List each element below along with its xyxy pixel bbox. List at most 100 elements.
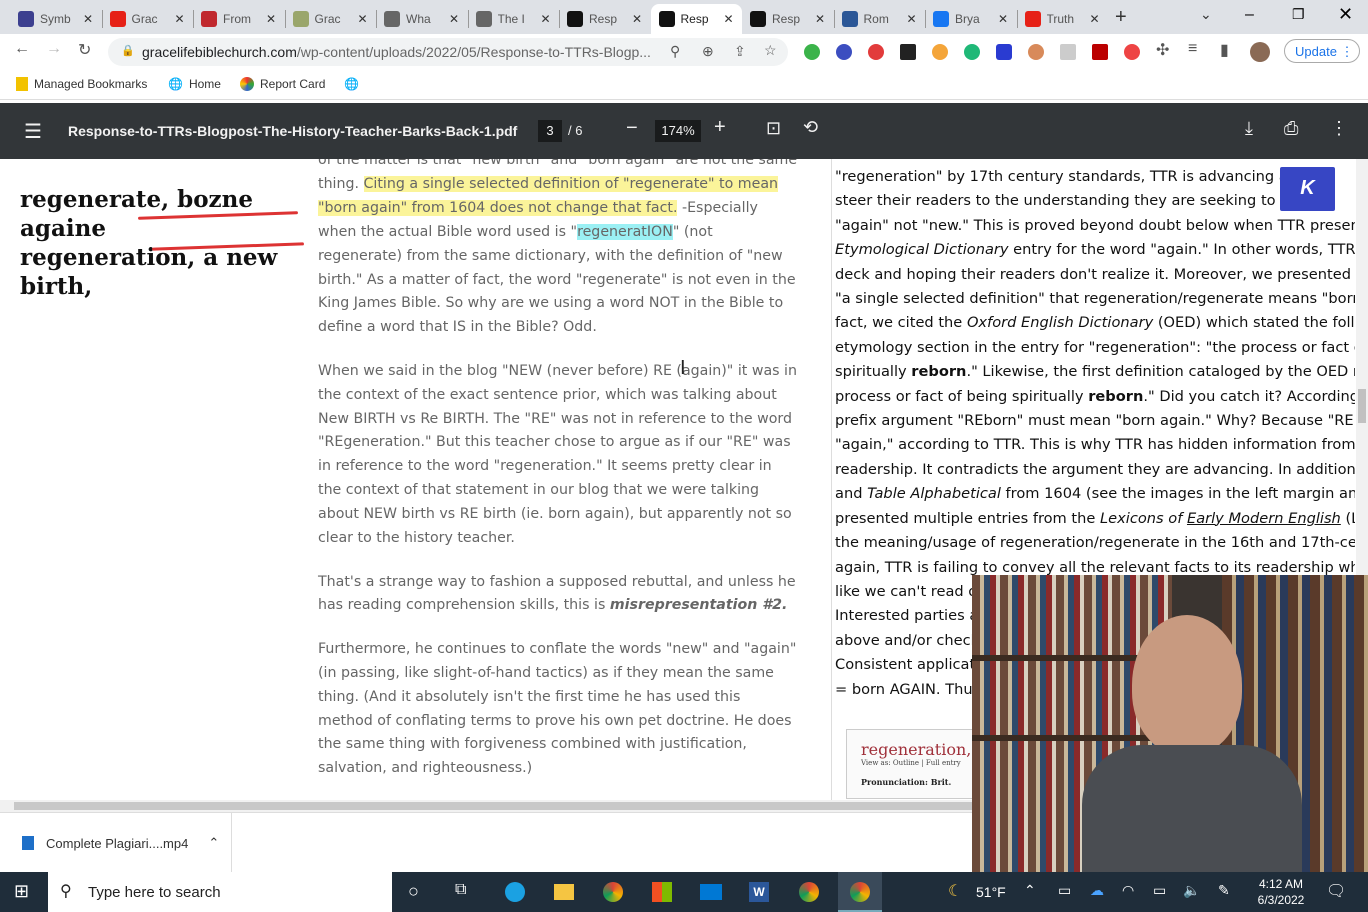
browser-tab[interactable]: The I ✕ xyxy=(468,4,559,34)
browser-tab[interactable]: Grac ✕ xyxy=(102,4,193,34)
close-tab-icon[interactable]: ✕ xyxy=(906,12,916,26)
bookmark-home[interactable]: 🌐 Home xyxy=(168,77,221,91)
scroll-thumb[interactable] xyxy=(1358,389,1366,423)
media-icon[interactable]: ≡ xyxy=(1188,40,1197,58)
pen-icon[interactable]: ✎ xyxy=(1218,882,1230,899)
file-explorer-icon[interactable] xyxy=(554,884,574,900)
extension-icon[interactable] xyxy=(1092,44,1108,60)
forward-button[interactable]: → xyxy=(46,40,62,58)
scroll-thumb[interactable] xyxy=(14,802,974,810)
clock[interactable]: 4:12 AM 6/3/2022 xyxy=(1250,876,1312,908)
browser-tab[interactable]: Resp ✕ xyxy=(650,4,742,34)
zoom-icon[interactable]: ⊕ xyxy=(702,43,714,60)
word-icon[interactable]: W xyxy=(749,882,769,902)
restore-button[interactable]: ❐ xyxy=(1292,6,1305,23)
chrome-icon[interactable] xyxy=(799,882,819,902)
close-tab-icon[interactable]: ✕ xyxy=(83,12,93,26)
update-button[interactable]: Update ⋮ xyxy=(1284,39,1360,63)
close-tab-icon[interactable]: ✕ xyxy=(815,12,825,26)
bookmark-managed[interactable]: Managed Bookmarks xyxy=(16,77,147,91)
back-button[interactable]: ← xyxy=(14,40,30,58)
close-tab-icon[interactable]: ✕ xyxy=(1089,12,1099,26)
extension-icon[interactable] xyxy=(1124,44,1140,60)
address-bar[interactable]: 🔒 gracelifebiblechurch.com/wp-content/up… xyxy=(108,38,788,66)
browser-tab[interactable]: Resp ✕ xyxy=(742,4,833,34)
chevron-up-icon[interactable]: ⌃ xyxy=(208,835,219,851)
meet-now-icon[interactable]: ▭ xyxy=(1058,882,1071,899)
browser-tab[interactable]: Grac ✕ xyxy=(285,4,376,34)
taskbar-search-input[interactable]: ⚲ Type here to search xyxy=(48,872,392,912)
close-tab-icon[interactable]: ✕ xyxy=(540,12,550,26)
temperature[interactable]: 51°F xyxy=(976,884,1006,900)
close-tab-icon[interactable]: ✕ xyxy=(998,12,1008,26)
zoom-input[interactable]: 174% xyxy=(655,120,701,142)
download-item[interactable]: Complete Plagiari....mp4 ⌃ xyxy=(0,813,232,873)
browser-tab[interactable]: From ✕ xyxy=(193,4,284,34)
rotate-icon[interactable]: ⟲ xyxy=(803,117,818,138)
cortana-icon[interactable]: ○ xyxy=(408,881,419,902)
download-icon[interactable]: ⤓ xyxy=(1245,118,1253,139)
chrome-active-taskbar-item[interactable] xyxy=(838,872,882,912)
extension-icon[interactable] xyxy=(1060,44,1076,60)
chevron-up-icon[interactable]: ⌃ xyxy=(1024,882,1036,899)
text-run: above and/or check xyxy=(835,631,980,649)
print-icon[interactable]: ⎙ xyxy=(1284,118,1298,139)
text-line: "again," according to TTR. This is why T… xyxy=(835,433,1355,457)
store-icon[interactable] xyxy=(652,882,672,902)
onedrive-icon[interactable]: ☁ xyxy=(1090,882,1104,899)
wifi-icon[interactable]: ◠ xyxy=(1122,882,1134,899)
share-icon[interactable]: ⇪ xyxy=(734,43,746,60)
tab-search-icon[interactable]: ⌄ xyxy=(1200,6,1212,23)
extension-icon[interactable] xyxy=(1028,44,1044,60)
menu-icon[interactable]: ☰ xyxy=(24,119,42,144)
volume-icon[interactable]: 🔈 xyxy=(1183,882,1200,899)
close-tab-icon[interactable]: ✕ xyxy=(449,12,459,26)
zoom-out-button[interactable]: − xyxy=(626,117,638,140)
minimize-button[interactable]: – xyxy=(1245,6,1254,24)
browser-tab[interactable]: Truth ✕ xyxy=(1017,4,1108,34)
close-window-button[interactable]: ✕ xyxy=(1338,4,1353,25)
extensions-puzzle-icon[interactable]: ✣ xyxy=(1156,40,1169,60)
browser-tab[interactable]: Resp ✕ xyxy=(559,4,650,34)
extension-icon[interactable] xyxy=(996,44,1012,60)
page-number-input[interactable]: 3 xyxy=(538,120,562,142)
browser-tab[interactable]: Rom ✕ xyxy=(834,4,925,34)
extension-icon[interactable] xyxy=(836,44,852,60)
close-tab-icon[interactable]: ✕ xyxy=(174,12,184,26)
new-tab-button[interactable]: + xyxy=(1115,6,1127,29)
profile-avatar[interactable] xyxy=(1250,42,1270,62)
windows-start-icon[interactable]: ⊞ xyxy=(14,881,29,902)
extension-icon[interactable] xyxy=(868,44,884,60)
zoom-in-button[interactable]: + xyxy=(714,116,726,139)
floating-k-button[interactable]: K xyxy=(1280,167,1335,211)
edge-icon[interactable] xyxy=(505,882,525,902)
location-icon[interactable]: ⚲ xyxy=(670,43,680,60)
moon-weather-icon[interactable]: ☾ xyxy=(948,881,962,901)
chrome-icon[interactable] xyxy=(603,882,623,902)
reload-button[interactable]: ↻ xyxy=(78,40,91,60)
bookmark-globe[interactable]: 🌐 xyxy=(344,77,359,91)
browser-tab[interactable]: Wha ✕ xyxy=(376,4,467,34)
text-line: "again" not "new." This is proved beyond… xyxy=(835,214,1355,238)
more-options-icon[interactable]: ⋮ xyxy=(1330,118,1348,139)
battery-icon[interactable]: ▭ xyxy=(1153,882,1166,899)
extension-icon[interactable] xyxy=(932,44,948,60)
extension-icon[interactable] xyxy=(804,44,820,60)
browser-tab[interactable]: Symb ✕ xyxy=(10,4,101,34)
browser-tab[interactable]: Brya ✕ xyxy=(925,4,1016,34)
extension-icon[interactable] xyxy=(964,44,980,60)
tab-separator xyxy=(1016,10,1018,28)
tab-favicon-icon xyxy=(18,11,34,27)
bookmark-star-icon[interactable]: ☆ xyxy=(764,42,777,59)
close-tab-icon[interactable]: ✕ xyxy=(357,12,367,26)
close-tab-icon[interactable]: ✕ xyxy=(266,12,276,26)
task-view-icon[interactable]: ⧉ xyxy=(455,881,466,899)
side-panel-icon[interactable]: ▮ xyxy=(1220,40,1229,60)
bookmark-report-card[interactable]: Report Card xyxy=(240,77,325,91)
close-tab-icon[interactable]: ✕ xyxy=(632,12,642,26)
notifications-icon[interactable]: 🗨 xyxy=(1326,881,1346,901)
mail-icon[interactable] xyxy=(700,884,722,900)
extension-icon[interactable] xyxy=(900,44,916,60)
fit-page-icon[interactable]: ⊡ xyxy=(766,118,781,139)
close-tab-icon[interactable]: ✕ xyxy=(723,12,733,26)
